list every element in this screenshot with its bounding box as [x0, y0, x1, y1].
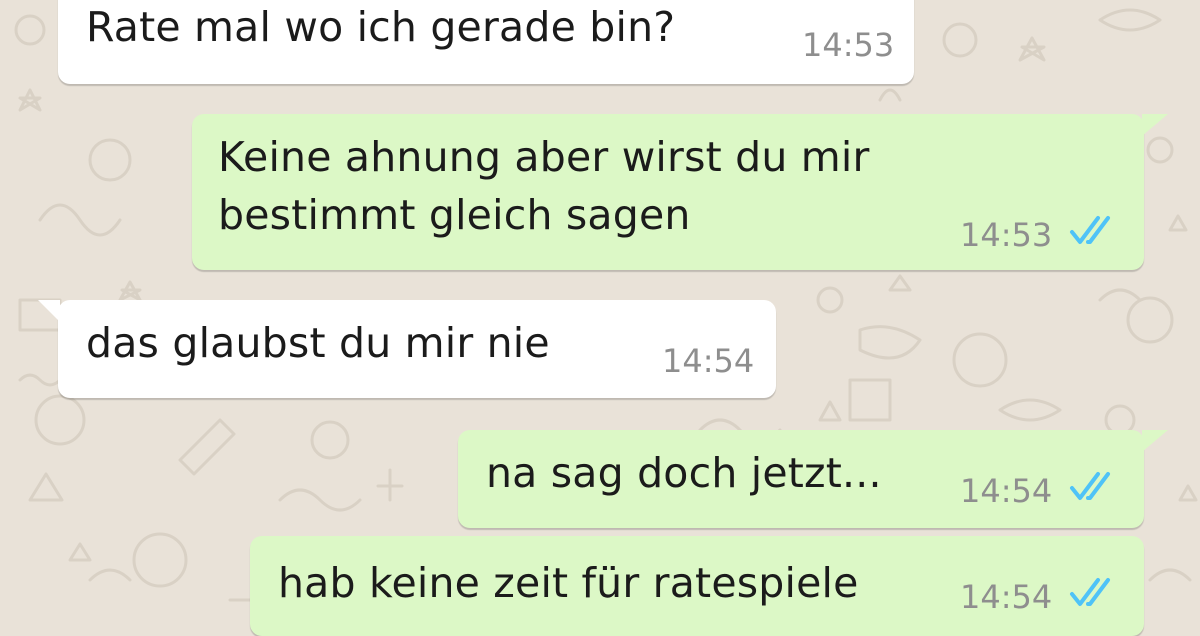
message-text: Rate mal wo ich gerade bin?: [86, 3, 676, 51]
bubble-tail: [1142, 114, 1168, 136]
message-outgoing[interactable]: Keine ahnung aber wirst du mir bestimmt …: [192, 114, 1168, 270]
message-text: das glaubst du mir nie: [86, 319, 550, 367]
conversation: Rate mal wo ich gerade bin? 14:53 Keine …: [0, 0, 1200, 636]
message-text: hab keine zeit für ratespiele: [278, 559, 859, 607]
double-check-read-icon: [1070, 578, 1110, 606]
message-timestamp: 14:53: [960, 216, 1053, 254]
message-outgoing[interactable]: hab keine zeit für ratespiele 14:54: [250, 536, 1144, 636]
double-check-read-icon: [1070, 216, 1110, 244]
bubble-tail: [38, 300, 60, 322]
bubble-tail: [1142, 430, 1168, 452]
message-outgoing[interactable]: na sag doch jetzt... 14:54: [458, 430, 1168, 528]
double-check-read-icon: [1070, 472, 1110, 500]
message-timestamp: 14:53: [802, 26, 895, 64]
message-text: Keine ahnung aber wirst du mir bestimmt …: [218, 133, 870, 239]
message-timestamp: 14:54: [662, 342, 755, 380]
message-incoming[interactable]: Rate mal wo ich gerade bin? 14:53: [58, 0, 914, 84]
message-timestamp: 14:54: [960, 472, 1053, 510]
message-incoming[interactable]: das glaubst du mir nie 14:54: [38, 300, 776, 398]
message-timestamp: 14:54: [960, 578, 1053, 616]
message-text: na sag doch jetzt...: [486, 449, 882, 497]
